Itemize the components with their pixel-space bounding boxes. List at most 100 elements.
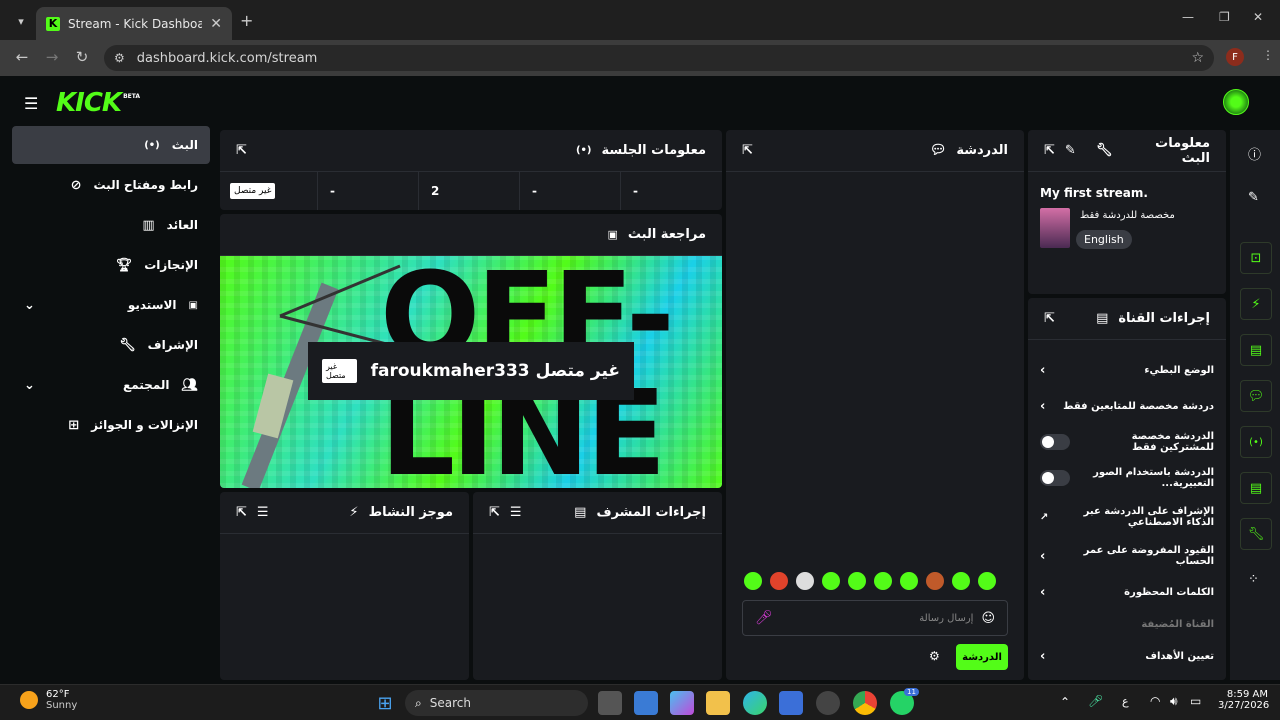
user-avatar[interactable] — [1223, 89, 1249, 115]
emote-icon[interactable] — [952, 572, 970, 590]
browser-menu-icon[interactable]: ⋮ — [1262, 48, 1274, 62]
offline-badge: غير متصل — [322, 359, 357, 383]
clock[interactable]: 8:59 AM 3/27/2026 — [1218, 689, 1269, 711]
windows-start-icon[interactable]: ⊞ — [373, 691, 397, 715]
emote-icon[interactable] — [744, 572, 762, 590]
ai-moderation-row[interactable]: الإشراف على الدردشة عبر الذكاء الاصطناعي… — [1028, 496, 1226, 538]
minimize-button[interactable]: — — [1182, 10, 1194, 24]
filter-icon[interactable]: ☰ — [510, 505, 522, 520]
slow-mode-row[interactable]: الوضع البطيء › — [1028, 352, 1226, 388]
reload-icon[interactable]: ↻ — [72, 48, 92, 66]
url-text[interactable]: dashboard.kick.com/stream — [137, 51, 1180, 66]
emote-icon[interactable] — [926, 572, 944, 590]
chat-send-button[interactable]: الدردشة — [956, 644, 1008, 670]
lightning-icon[interactable]: ⚡︎ — [1240, 288, 1272, 320]
sidebar-item-label: العائد — [166, 218, 198, 232]
edge-icon[interactable] — [743, 691, 767, 715]
edit-icon[interactable]: ✎ — [1248, 190, 1259, 205]
clip-icon[interactable]: ⊡ — [1240, 242, 1272, 274]
sidebar-item-revenue[interactable]: العائد ▥ — [12, 206, 210, 244]
row-label: القيود المفروضة على عمر الحساب — [1083, 545, 1214, 567]
emote-icon[interactable] — [900, 572, 918, 590]
chat-input[interactable]: ☺ إرسال رسالة 🎤︎ — [742, 600, 1008, 636]
subscribers-only-toggle[interactable] — [1040, 434, 1070, 450]
omnibox[interactable]: ⚙ dashboard.kick.com/stream ☆ — [104, 45, 1214, 71]
sidebar-item-drops[interactable]: الإنزالات و الجوائز ⊞ — [12, 406, 210, 444]
expand-icon[interactable]: ⇱ — [489, 505, 500, 520]
sun-icon — [20, 691, 38, 709]
account-age-row[interactable]: القيود المفروضة على عمر الحساب › — [1028, 538, 1226, 574]
emote-icon[interactable] — [848, 572, 866, 590]
battery-icon[interactable]: ▭ — [1190, 694, 1201, 708]
sidebar-item-stream-key[interactable]: رابط ومفتاح البث ⊘ — [12, 166, 210, 204]
channel-actions-icon: ▤ — [1096, 311, 1109, 326]
copilot-icon[interactable] — [670, 691, 694, 715]
sidebar-item-stream[interactable]: البث (•) — [12, 126, 210, 164]
sidebar-item-label: الإشراف — [147, 338, 198, 352]
sidebar-item-community[interactable]: 👥︎ المجتمع ⌄ — [12, 366, 210, 404]
document-icon[interactable]: ▤ — [1240, 334, 1272, 366]
back-icon[interactable]: ← — [12, 48, 32, 66]
sidebar-item-label: المجتمع — [123, 378, 170, 392]
expand-icon[interactable]: ⇱ — [1044, 311, 1055, 326]
photos-icon[interactable] — [634, 691, 658, 715]
set-goals-row[interactable]: تعيين الأهداف › — [1028, 638, 1226, 674]
sidebar-item-moderation[interactable]: الإشراف 🔧︎ — [12, 326, 210, 364]
bookmark-star-icon[interactable]: ☆ — [1191, 50, 1204, 66]
wifi-icon[interactable]: ◠ — [1150, 694, 1160, 708]
expand-icon[interactable]: ⇱ — [236, 143, 247, 158]
info-icon[interactable]: ⓘ — [1248, 144, 1261, 163]
broadcast-icon[interactable]: (•) — [1240, 426, 1272, 458]
microphone-tray-icon[interactable]: 🎤︎ — [1088, 694, 1103, 708]
followers-only-row[interactable]: دردشة مخصصة للمتابعين فقط › — [1028, 388, 1226, 424]
more-panels-icon[interactable]: ⁘ — [1248, 572, 1259, 587]
emote-icon[interactable] — [822, 572, 840, 590]
sidebar-item-studio[interactable]: ▣ الاستديو ⌄ — [12, 286, 210, 324]
banned-words-row[interactable]: الكلمات المحظورة › — [1028, 574, 1226, 610]
session-stats: غير متصل - 2 - - — [220, 172, 722, 210]
tray-overflow-icon[interactable]: ⌃ — [1060, 695, 1070, 709]
emote-icon[interactable] — [874, 572, 892, 590]
session-info-panel: معلومات الجلسة (•) ⇱ غير متصل - 2 - - — [220, 130, 722, 210]
row-label: الكلمات المحظورة — [1124, 586, 1214, 598]
taskbar-search[interactable]: ⌕ Search — [405, 690, 588, 716]
app-icon[interactable] — [816, 691, 840, 715]
forward-icon[interactable]: → — [42, 48, 62, 66]
volume-icon[interactable]: 🔊︎ — [1170, 694, 1178, 709]
expand-icon[interactable]: ⇱ — [1044, 143, 1055, 158]
emote-icon[interactable] — [770, 572, 788, 590]
profile-avatar[interactable]: F — [1226, 48, 1244, 66]
emote-only-toggle[interactable] — [1040, 470, 1070, 486]
chrome-icon[interactable] — [853, 691, 877, 715]
hamburger-menu-icon[interactable]: ☰ — [24, 94, 38, 113]
expand-icon[interactable]: ⇱ — [742, 143, 753, 158]
address-bar: ← → ↻ ⚙ dashboard.kick.com/stream ☆ F ⋮ — [0, 40, 1280, 76]
filter-icon[interactable]: ☰ — [257, 505, 269, 520]
kick-logo[interactable]: KICK BETA — [56, 88, 140, 118]
new-tab-button[interactable]: + — [240, 11, 253, 30]
emoji-icon[interactable]: ☺ — [981, 611, 995, 626]
sidebar-item-achievements[interactable]: الإنجازات 🏆︎ — [12, 246, 210, 284]
browser-tab[interactable]: K Stream - Kick Dashboard ✕ — [36, 7, 232, 40]
stat-cell: - — [520, 172, 621, 210]
tab-search-button[interactable]: ▾ — [10, 10, 32, 32]
wrench-icon[interactable]: 🔧︎ — [1240, 518, 1272, 550]
channel-actions-icon[interactable]: ▤ — [1240, 472, 1272, 504]
edit-icon[interactable]: ✎ — [1065, 143, 1076, 158]
tab-close-icon[interactable]: ✕ — [210, 16, 222, 32]
store-icon[interactable] — [779, 691, 803, 715]
input-language[interactable]: ع — [1122, 695, 1129, 708]
maximize-button[interactable]: ❐ — [1219, 10, 1230, 24]
emote-icon[interactable] — [796, 572, 814, 590]
close-window-button[interactable]: ✕ — [1253, 10, 1263, 24]
chat-settings-icon[interactable]: ⚙ — [929, 649, 940, 663]
site-info-icon[interactable]: ⚙ — [114, 51, 125, 65]
emote-icon[interactable] — [978, 572, 996, 590]
chat-bubble-icon: 💬︎ — [929, 143, 947, 158]
chat-bubble-icon[interactable]: 💬︎ — [1240, 380, 1272, 412]
expand-icon[interactable]: ⇱ — [236, 505, 247, 520]
weather-widget[interactable]: 62°F Sunny — [20, 689, 77, 711]
task-view-icon[interactable] — [598, 691, 622, 715]
microphone-icon[interactable]: 🎤︎ — [755, 610, 773, 626]
file-explorer-icon[interactable] — [706, 691, 730, 715]
